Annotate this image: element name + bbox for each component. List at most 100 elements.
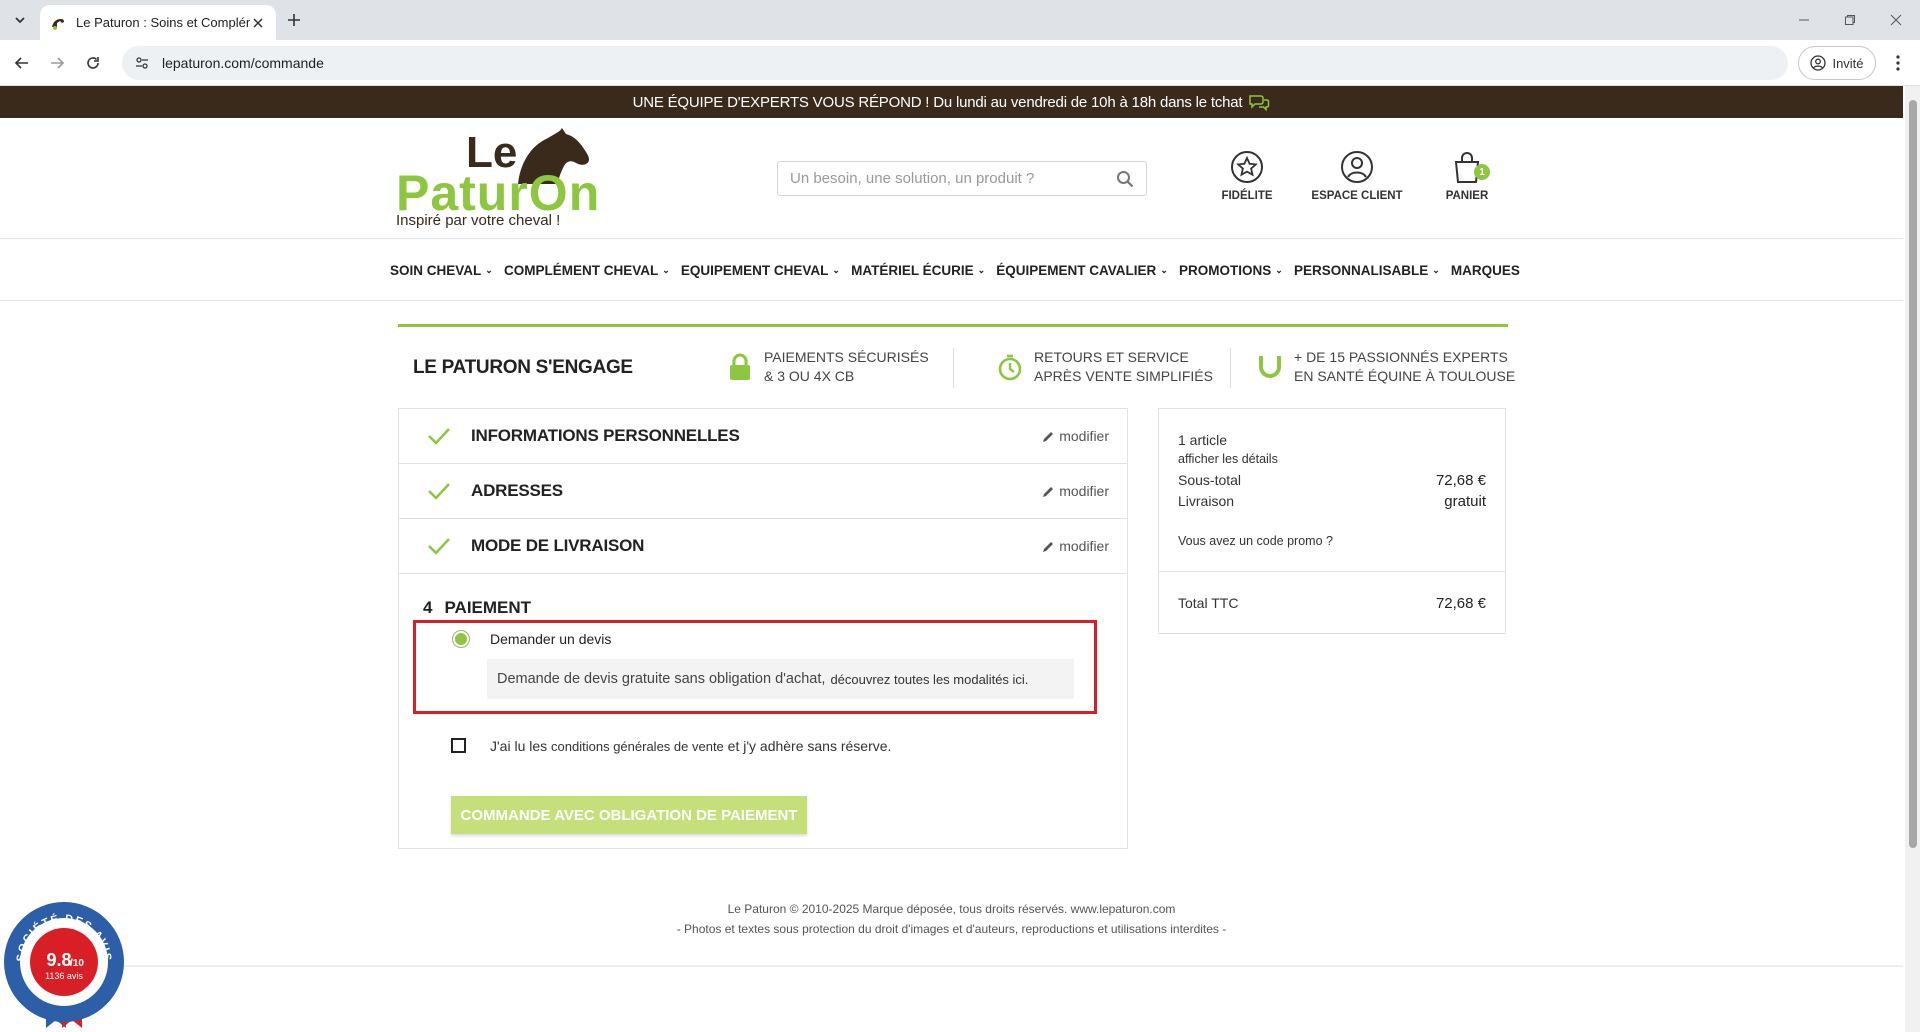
reload-icon	[87, 57, 99, 69]
chat-icon[interactable]	[1248, 93, 1270, 111]
summary-details: 1 article afficher les détails Sous-tota…	[1159, 409, 1505, 572]
account-label: ESPACE CLIENT	[1311, 190, 1403, 202]
minimize-icon	[1799, 19, 1809, 21]
arrow-left-icon	[14, 57, 28, 69]
cart-count-badge: 1	[1474, 164, 1490, 180]
edit-addresses-link[interactable]: modifier	[1042, 483, 1109, 499]
edit-delivery-link[interactable]: modifier	[1042, 538, 1109, 554]
quote-terms-link[interactable]: découvrez toutes les modalités ici.	[830, 672, 1028, 687]
announcement-bar: UNE ÉQUIPE D'EXPERTS VOUS RÉPOND ! Du lu…	[0, 86, 1903, 118]
checkmark-icon	[428, 483, 450, 500]
shipping-row: Livraison gratuit	[1178, 493, 1486, 510]
step-label: INFORMATIONS PERSONNELLES	[471, 426, 740, 445]
back-button[interactable]	[10, 51, 34, 75]
quote-option-description: Demande de devis gratuite sans obligatio…	[487, 659, 1074, 699]
menu-item-soin-cheval[interactable]: SOIN CHEVAL ⌄	[390, 263, 493, 278]
minimize-button[interactable]	[1788, 8, 1820, 32]
new-tab-button[interactable]	[282, 8, 306, 32]
header-divider	[0, 238, 1903, 239]
quote-option-label[interactable]: Demander un devis	[490, 631, 611, 647]
site-logo[interactable]: Le PaturOn Inspiré par votre cheval !	[396, 124, 599, 230]
terms-checkbox[interactable]	[451, 738, 466, 753]
total-row: Total TTC 72,68 €	[1178, 595, 1486, 612]
quote-option-radio[interactable]	[452, 630, 470, 648]
article-count: 1 article	[1178, 432, 1228, 448]
restore-icon	[1845, 15, 1855, 25]
browser-tab[interactable]: Le Paturon : Soins et Complém	[40, 5, 276, 40]
favicon-icon	[52, 18, 64, 30]
pencil-icon	[1043, 431, 1054, 442]
site-info-icon[interactable]	[134, 55, 150, 71]
order-summary: 1 article afficher les détails Sous-tota…	[1158, 408, 1506, 634]
promo-code-link[interactable]: Vous avez un code promo ?	[1178, 534, 1486, 548]
pencil-icon	[1043, 486, 1054, 497]
search-bar[interactable]: Un besoin, une solution, un produit ?	[777, 161, 1147, 196]
forward-button[interactable]	[45, 51, 69, 75]
tab-search-button[interactable]	[8, 8, 32, 32]
show-details-link[interactable]: afficher les détails	[1178, 452, 1486, 466]
reload-button[interactable]	[81, 51, 105, 75]
checkmark-icon	[428, 538, 450, 555]
checkmark-icon	[428, 428, 450, 445]
engagement-experts: + DE 15 PASSIONNÉS EXPERTS EN SANTÉ ÉQUIN…	[1256, 348, 1515, 386]
engagement-secure-payment: PAIEMENTS SÉCURISÉS & 3 OU 4X CB	[726, 348, 929, 386]
footer-legal: - Photos et textes sous protection du dr…	[676, 922, 1227, 936]
step-addresses: ADRESSES modifier	[399, 464, 1127, 519]
step-label: ADRESSES	[471, 481, 563, 500]
announcement-text: UNE ÉQUIPE D'EXPERTS VOUS RÉPOND ! Du lu…	[632, 93, 1243, 111]
kebab-menu-icon	[1896, 55, 1900, 71]
lock-icon	[730, 353, 750, 380]
cart-link[interactable]: PANIER	[1412, 150, 1522, 202]
cart-label: PANIER	[1445, 190, 1489, 202]
menu-item-promotions[interactable]: PROMOTIONS ⌄	[1179, 263, 1283, 278]
reviews-scale: /10	[70, 958, 84, 969]
footer-copyright: Le Paturon © 2010-2025 Marque déposée, t…	[727, 902, 1176, 916]
step-delivery-mode: MODE DE LIVRAISON modifier	[399, 519, 1127, 574]
scrollbar-thumb[interactable]	[1909, 100, 1917, 848]
menu-item-marques[interactable]: MARQUES	[1451, 263, 1520, 278]
profile-button[interactable]: Invité	[1798, 46, 1876, 80]
step-personal-info: INFORMATIONS PERSONNELLES modifier	[399, 409, 1127, 464]
loyalty-label: FIDÉLITE	[1221, 190, 1273, 202]
restore-button[interactable]	[1834, 8, 1866, 32]
browser-menu-button[interactable]	[1886, 51, 1910, 75]
terms-link[interactable]: conditions générales de vente	[551, 739, 724, 754]
menu-item-complement-cheval[interactable]: COMPLÉMENT CHEVAL ⌄	[504, 263, 670, 278]
reviews-badge[interactable]: SOCIÉTÉ DES AVIS GARANTIS 9.8 /10 1136 a…	[2, 900, 126, 1028]
account-link[interactable]: ESPACE CLIENT	[1302, 150, 1412, 202]
search-icon[interactable]	[1116, 170, 1134, 188]
close-tab-icon[interactable]	[250, 15, 266, 31]
tab-title: Le Paturon : Soins et Complém	[76, 15, 250, 30]
profile-label: Invité	[1832, 55, 1864, 71]
star-icon	[1231, 151, 1263, 183]
main-menu: SOIN CHEVAL ⌄ COMPLÉMENT CHEVAL ⌄ EQUIPEME…	[390, 254, 1520, 286]
reviews-count: 1136 avis	[45, 971, 83, 981]
profile-icon	[1810, 55, 1827, 71]
subtotal-row: Sous-total 72,68 €	[1178, 472, 1486, 489]
menu-item-personnalisable[interactable]: PERSONNALISABLE ⌄	[1294, 263, 1440, 278]
arrow-right-icon	[51, 57, 65, 69]
menu-item-equipement-cheval[interactable]: EQUIPEMENT CHEVAL ⌄	[681, 263, 840, 278]
payment-step-title: 4 PAIEMENT	[423, 598, 532, 617]
menu-item-materiel-ecurie[interactable]: MATÉRIEL ÉCURIE ⌄	[851, 263, 985, 278]
step-label: MODE DE LIVRAISON	[471, 536, 645, 555]
edit-personal-info-link[interactable]: modifier	[1042, 428, 1109, 444]
address-bar[interactable]: lepaturon.com/commande	[122, 46, 1788, 80]
menu-item-equipement-cavalier[interactable]: ÉQUIPEMENT CAVALIER ⌄	[996, 263, 1168, 278]
horseshoe-icon	[1259, 356, 1281, 378]
plus-icon	[288, 14, 300, 26]
engagement-title: LE PATURON S'ENGAGE	[413, 357, 633, 378]
footer-divider	[110, 965, 1903, 967]
reviews-badge-seal: SOCIÉTÉ DES AVIS GARANTIS 9.8 /10 1136 a…	[2, 900, 124, 1028]
menu-divider	[0, 300, 1903, 301]
reviews-score: 9.8	[46, 950, 71, 970]
terms-label: J'ai lu les conditions générales de vent…	[490, 738, 892, 754]
logo-tagline: Inspiré par votre cheval !	[396, 212, 561, 229]
close-icon	[1890, 14, 1902, 26]
search-input[interactable]: Un besoin, une solution, un produit ?	[790, 170, 1116, 187]
close-window-button[interactable]	[1880, 8, 1912, 32]
loyalty-link[interactable]: FIDÉLITE	[1192, 150, 1302, 202]
chevron-down-icon	[15, 17, 25, 24]
pencil-icon	[1043, 541, 1054, 552]
place-order-button[interactable]: COMMANDE AVEC OBLIGATION DE PAIEMENT	[451, 796, 807, 834]
